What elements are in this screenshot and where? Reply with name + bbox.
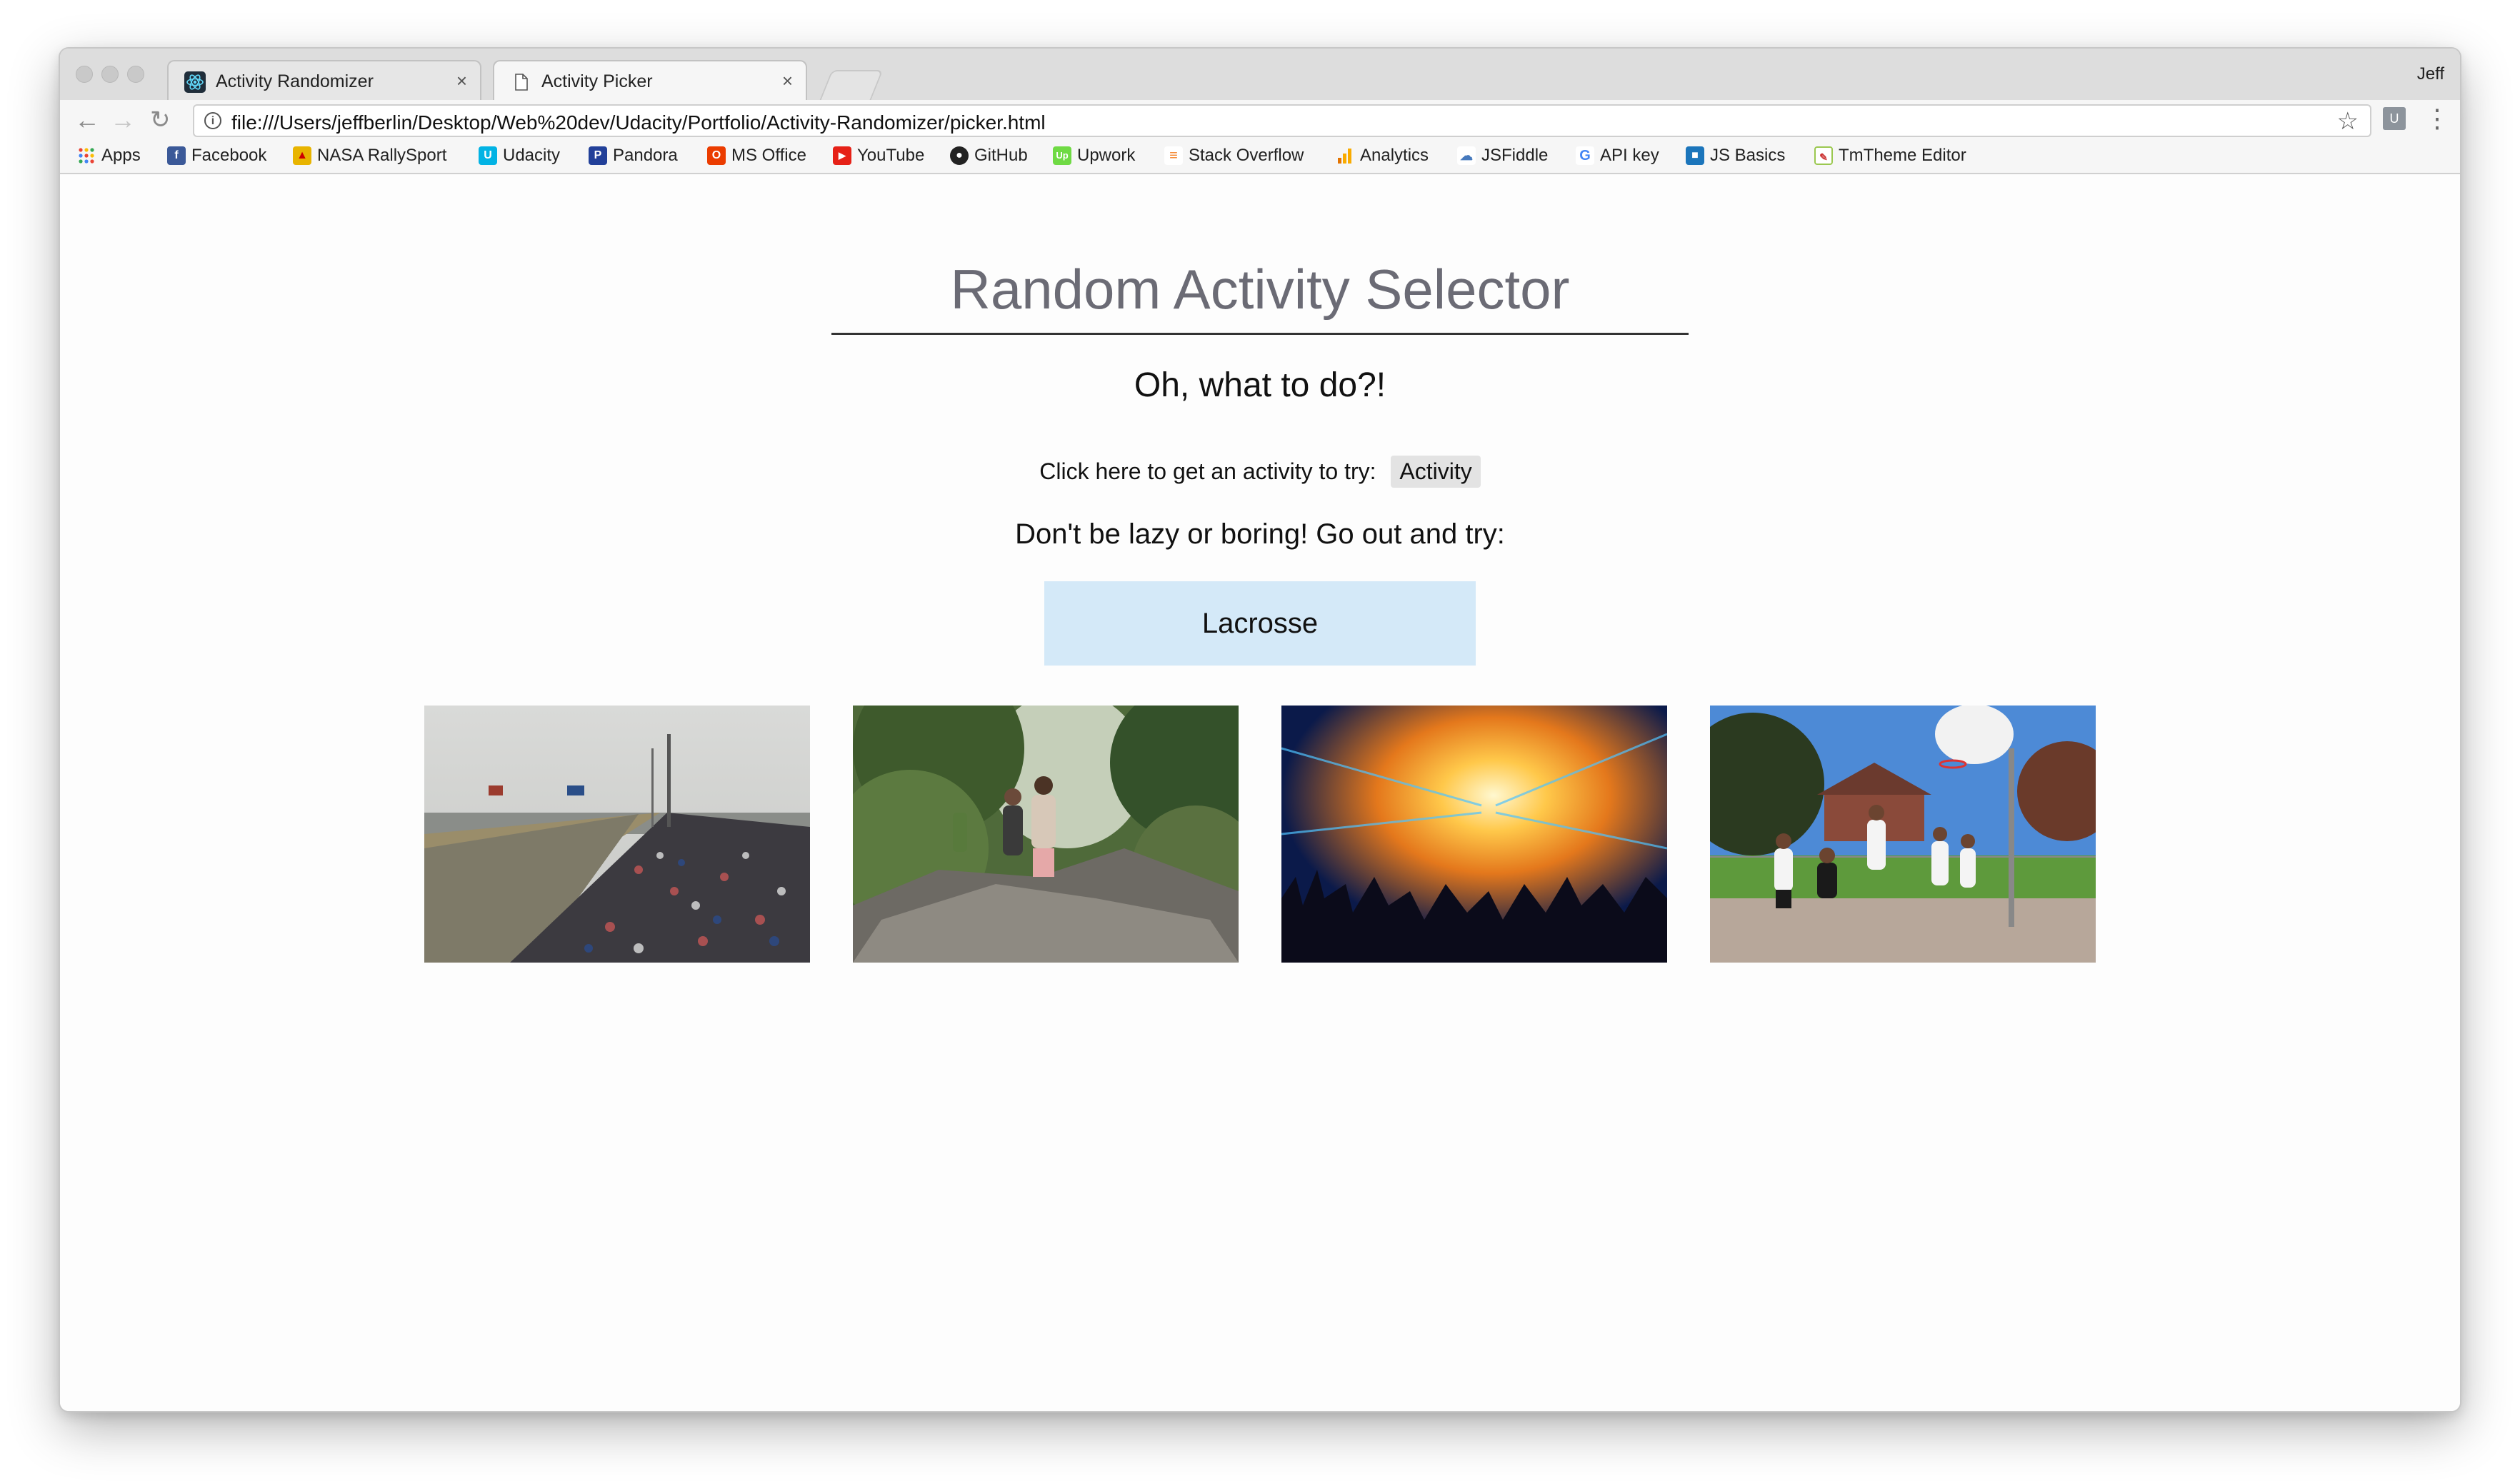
back-arrow-icon[interactable]: ← (74, 104, 100, 136)
browser-window: Activity Randomizer × Activity Picker × … (60, 49, 2460, 1411)
udacity-icon: U (479, 146, 497, 165)
bookmark-stack-overflow[interactable]: ≡ Stack Overflow (1164, 146, 1304, 167)
bookmark-label: Upwork (1077, 146, 1136, 165)
bookmark-nasa-rallysport[interactable]: ▲ NASA RallySport (293, 146, 446, 167)
concert-photo (1281, 706, 1667, 963)
bookmark-js-basics[interactable]: ■ JS Basics (1686, 146, 1785, 167)
bookmark-ms-office[interactable]: O MS Office (707, 146, 806, 167)
tagline: Don't be lazy or boring! Go out and try: (1015, 518, 1505, 550)
facebook-icon: f (167, 146, 186, 165)
jsbasics-icon: ■ (1686, 146, 1704, 165)
bookmark-star-icon[interactable]: ☆ (2337, 107, 2359, 136)
tab-title: Activity Picker (541, 71, 653, 91)
forward-arrow-icon[interactable]: → (110, 104, 136, 136)
stackoverflow-icon: ≡ (1164, 146, 1183, 165)
info-icon[interactable]: i (204, 112, 221, 129)
tab-strip: Activity Randomizer × Activity Picker × … (60, 49, 2460, 101)
upwork-icon: Up (1053, 146, 1071, 165)
github-icon: ● (950, 146, 969, 165)
tmtheme-icon: ✎ (1814, 146, 1833, 165)
title-divider (831, 333, 1689, 335)
bookmark-label: Pandora (613, 146, 678, 165)
profile-name[interactable]: Jeff (2417, 64, 2444, 84)
jsfiddle-icon: ☁ (1457, 146, 1476, 165)
tab-title: Activity Randomizer (216, 71, 374, 91)
basketball-photo (1710, 706, 2096, 963)
more-menu-icon[interactable]: ⋮ (2424, 103, 2450, 134)
close-window-dot[interactable] (76, 66, 93, 83)
bookmark-label: Apps (101, 146, 141, 165)
hiking-photo (853, 706, 1239, 963)
tab-activity-randomizer[interactable]: Activity Randomizer × (167, 60, 481, 100)
youtube-icon: ▶ (833, 146, 851, 165)
reload-icon[interactable]: ↻ (150, 104, 171, 136)
bookmark-label: MS Office (731, 146, 806, 165)
bookmark-label: Udacity (503, 146, 561, 165)
bookmark-label: TmTheme Editor (1839, 146, 1966, 165)
browser-toolbar: ← → ↻ i file:///Users/jeffberlin/Desktop… (60, 100, 2460, 140)
bookmark-jsfiddle[interactable]: ☁ JSFiddle (1457, 146, 1548, 167)
analytics-icon (1336, 146, 1354, 165)
bookmark-facebook[interactable]: f Facebook (167, 146, 266, 167)
prompt-row: Click here to get an activity to try: Ac… (60, 456, 2460, 488)
office-icon: O (707, 146, 726, 165)
close-tab-icon[interactable]: × (782, 70, 793, 92)
google-icon: G (1576, 146, 1594, 165)
bookmark-label: JS Basics (1710, 146, 1786, 165)
bookmarks-bar: Apps f Facebook ▲ NASA RallySport U Udacity… (60, 140, 2460, 174)
zoom-window-dot[interactable] (127, 66, 144, 83)
racing-crowd-photo (424, 706, 810, 963)
page-subtitle: Oh, what to do?! (1134, 366, 1386, 404)
bookmark-label: GitHub (974, 146, 1028, 165)
address-bar[interactable]: i file:///Users/jeffberlin/Desktop/Web%2… (193, 104, 2371, 137)
bookmark-upwork[interactable]: Up Upwork (1053, 146, 1135, 167)
bookmark-label: NASA RallySport (317, 146, 447, 165)
minimize-window-dot[interactable] (101, 66, 119, 83)
bookmark-udacity[interactable]: U Udacity (479, 146, 560, 167)
page-title: Random Activity Selector (950, 258, 1570, 321)
pandora-icon: P (589, 146, 607, 165)
activity-button[interactable]: Activity (1391, 456, 1481, 488)
page-content: Random Activity Selector Oh, what to do?… (60, 174, 2460, 1411)
tab-activity-picker[interactable]: Activity Picker × (493, 60, 807, 100)
bookmark-label: JSFiddle (1481, 146, 1549, 165)
rallysport-icon: ▲ (293, 146, 311, 165)
activity-result: Lacrosse (1044, 581, 1476, 666)
new-tab-button[interactable] (819, 70, 884, 100)
react-icon (184, 71, 206, 93)
bookmark-tmtheme-editor[interactable]: ✎ TmTheme Editor (1814, 146, 1966, 167)
extension-icon[interactable]: U (2383, 107, 2406, 130)
bookmark-youtube[interactable]: ▶ YouTube (833, 146, 924, 167)
bookmark-label: API key (1600, 146, 1659, 165)
document-icon (510, 71, 531, 93)
bookmark-api-key[interactable]: G API key (1576, 146, 1659, 167)
bookmark-pandora[interactable]: P Pandora (589, 146, 678, 167)
bookmark-analytics[interactable]: Analytics (1336, 146, 1429, 167)
apps-grid-icon (77, 146, 96, 165)
bookmark-label: Facebook (191, 146, 267, 165)
bookmark-apps[interactable]: Apps (77, 146, 141, 167)
prompt-text: Click here to get an activity to try: (1039, 458, 1376, 484)
bookmark-label: YouTube (857, 146, 925, 165)
close-tab-icon[interactable]: × (456, 70, 467, 92)
bookmark-label: Stack Overflow (1189, 146, 1304, 165)
url-text[interactable]: file:///Users/jeffberlin/Desktop/Web%20d… (231, 111, 1046, 134)
bookmark-label: Analytics (1360, 146, 1429, 165)
bookmark-github[interactable]: ● GitHub (950, 146, 1028, 167)
